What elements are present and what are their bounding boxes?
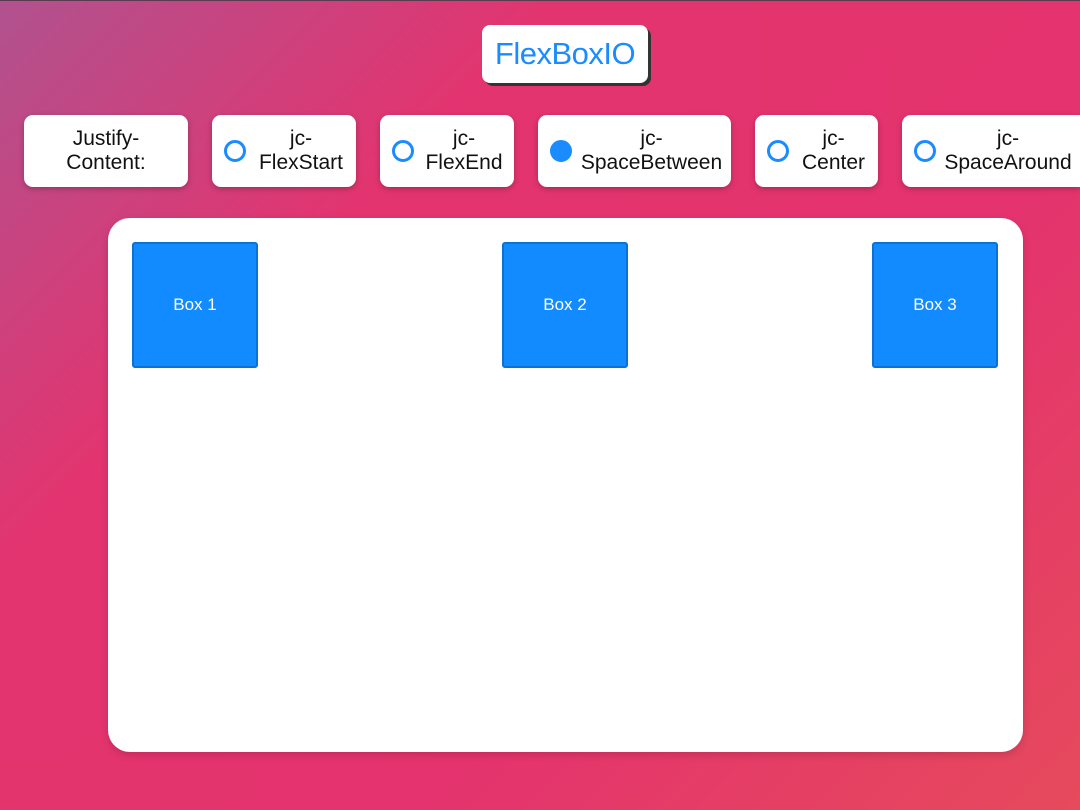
box-label: Box 2 xyxy=(543,295,587,314)
option-jc-flexstart[interactable]: jc- FlexStart xyxy=(212,115,356,187)
option-jc-spacebetween[interactable]: jc- SpaceBetween xyxy=(538,115,731,187)
box-label: Box 1 xyxy=(173,295,217,314)
flex-box-2: Box 2 xyxy=(502,242,628,368)
box-label: Box 3 xyxy=(913,295,957,314)
option-jc-center[interactable]: jc- Center xyxy=(755,115,878,187)
justify-content-label-card: Justify- Content: xyxy=(24,115,188,187)
option-jc-flexend[interactable]: jc- FlexEnd xyxy=(380,115,514,187)
radio-icon[interactable] xyxy=(914,140,936,162)
radio-icon[interactable] xyxy=(767,140,789,162)
option-jc-spacearound[interactable]: jc- SpaceAround xyxy=(902,115,1080,187)
option-label: jc- Center xyxy=(801,127,866,174)
flex-box-1: Box 1 xyxy=(132,242,258,368)
app-title-card: FlexBoxIO xyxy=(482,25,648,83)
option-label: jc- SpaceAround xyxy=(944,127,1072,174)
app-title: FlexBoxIO xyxy=(494,36,636,71)
justify-content-label: Justify- Content: xyxy=(66,127,146,174)
option-label: jc- FlexStart xyxy=(258,127,344,174)
flex-box-3: Box 3 xyxy=(872,242,998,368)
option-label: jc- FlexEnd xyxy=(425,127,503,174)
radio-checked-icon[interactable] xyxy=(550,140,572,162)
window-top-border xyxy=(0,0,1080,1)
radio-icon[interactable] xyxy=(224,140,246,162)
option-label: jc- SpaceBetween xyxy=(580,127,723,174)
radio-icon[interactable] xyxy=(392,140,414,162)
